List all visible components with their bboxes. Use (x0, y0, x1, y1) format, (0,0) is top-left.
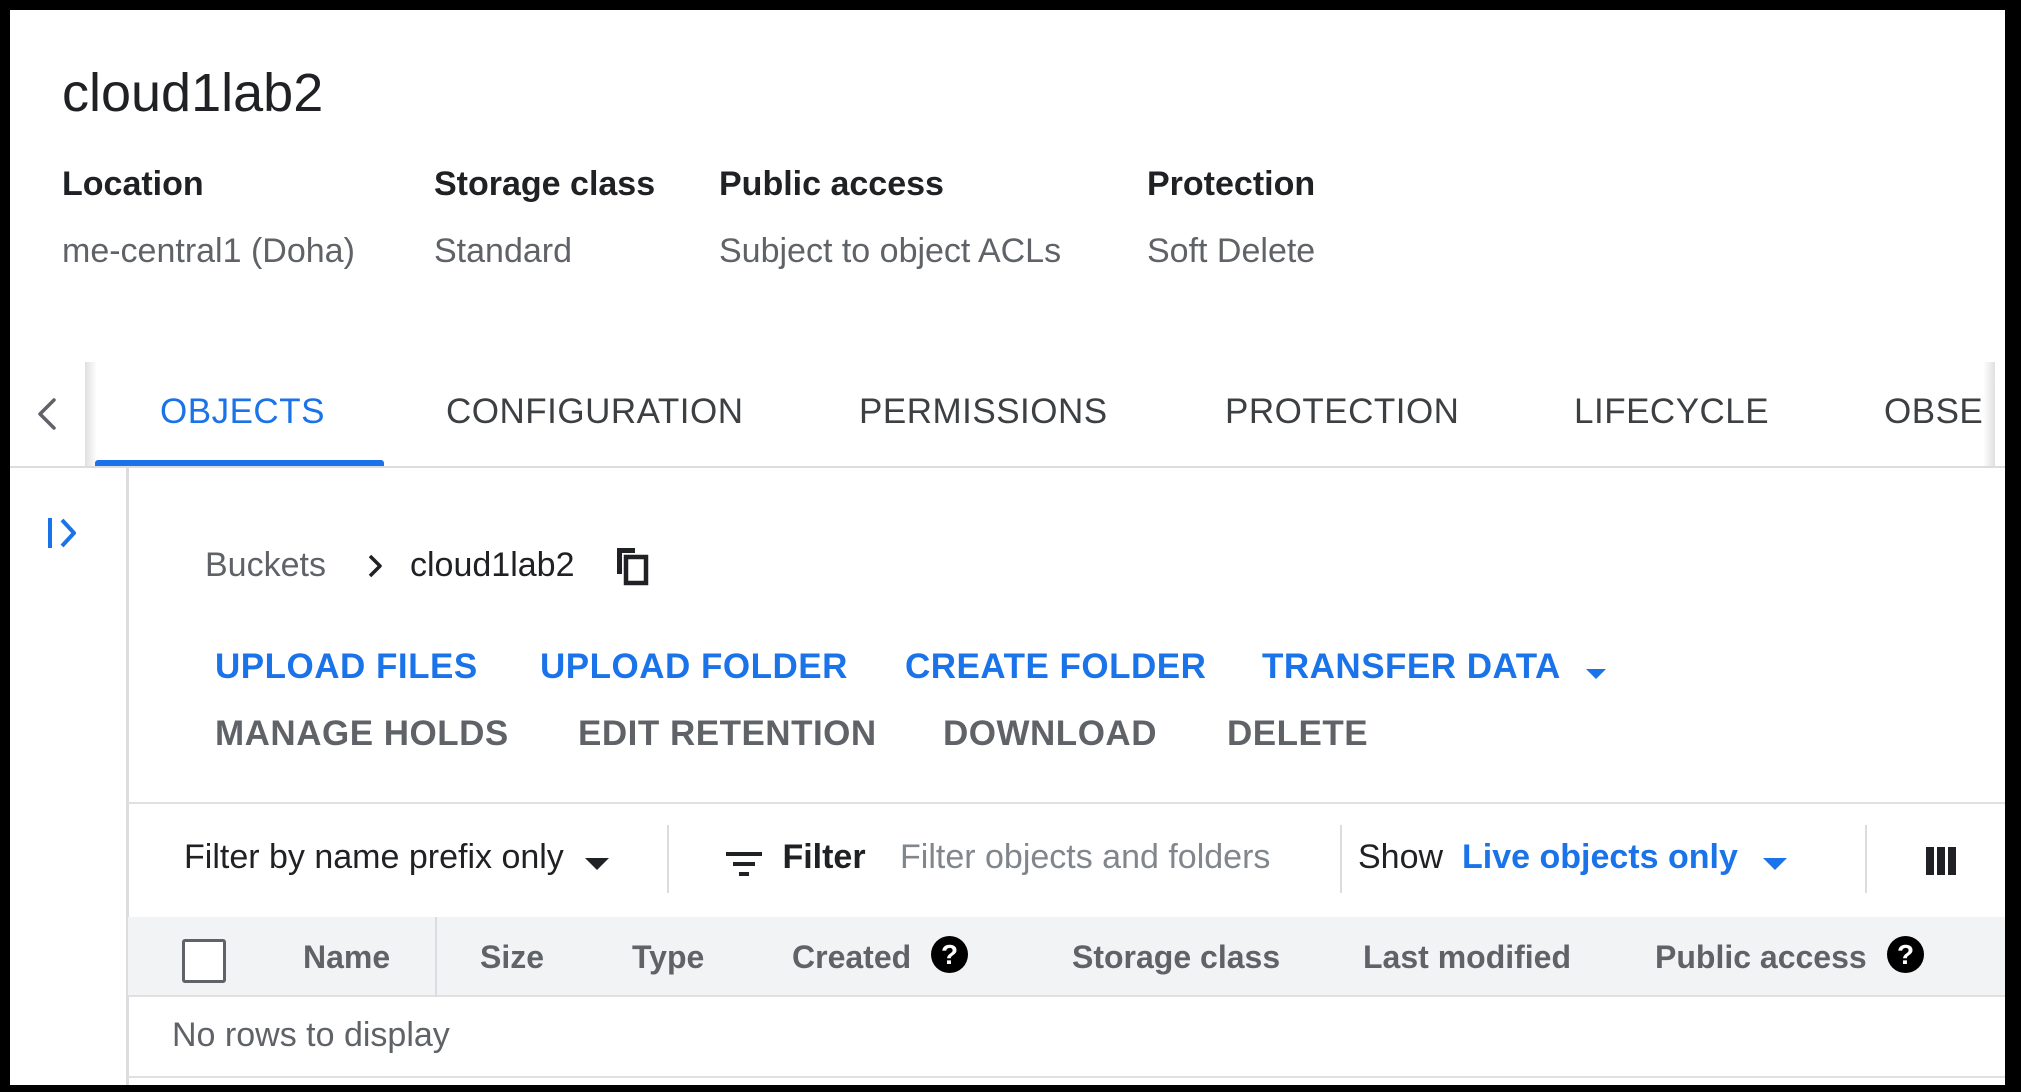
tab-divider (10, 466, 2005, 468)
filter-label: Filter (782, 838, 866, 876)
filter-separator (667, 825, 669, 893)
manage-holds-button[interactable]: MANAGE HOLDS (215, 714, 509, 754)
column-header-storage-class[interactable]: Storage class (1072, 939, 1280, 976)
filter-mode-dropdown[interactable]: Filter by name prefix only (184, 838, 612, 877)
caret-down-icon (1763, 857, 1788, 870)
table-bottom-border (128, 1076, 2005, 1078)
show-label: Show (1358, 838, 1444, 876)
public-access-label: Public access (719, 165, 944, 203)
filter-list-icon (726, 851, 762, 876)
caret-down-icon (1586, 668, 1607, 679)
expand-panel-icon (48, 518, 76, 548)
column-header-name[interactable]: Name (303, 939, 390, 976)
column-header-size[interactable]: Size (480, 939, 544, 976)
tab-observability[interactable]: OBSE (1884, 392, 1988, 432)
toolbar-divider (128, 802, 2005, 804)
breadcrumb-current: cloud1lab2 (410, 546, 575, 584)
storage-class-value: Standard (434, 232, 572, 270)
tab-permissions[interactable]: PERMISSIONS (859, 392, 1108, 432)
page-title: cloud1lab2 (62, 63, 324, 123)
protection-value: Soft Delete (1147, 232, 1316, 270)
show-objects-value: Live objects only (1462, 838, 1738, 876)
expand-panel-button[interactable] (40, 510, 86, 556)
transfer-data-dropdown[interactable]: TRANSFER DATA (1262, 647, 1609, 687)
filter-separator (1865, 825, 1867, 893)
protection-label: Protection (1147, 165, 1316, 203)
public-access-value: Subject to object ACLs (719, 232, 1062, 270)
breadcrumb-buckets-link[interactable]: Buckets (205, 546, 326, 585)
public-access-help-icon[interactable]: ? (1887, 936, 1924, 973)
caret-down-icon (585, 857, 610, 870)
empty-table-message: No rows to display (172, 1016, 450, 1054)
bucket-details-page: cloud1lab2 Location me-central1 (Doha) S… (10, 10, 2005, 1085)
delete-button[interactable]: DELETE (1227, 714, 1368, 754)
column-header-last-modified[interactable]: Last modified (1363, 939, 1571, 976)
tab-objects[interactable]: OBJECTS (160, 392, 325, 432)
filter-separator (1340, 825, 1342, 893)
chevron-right-icon (360, 548, 390, 584)
tab-configuration[interactable]: CONFIGURATION (446, 392, 744, 432)
location-label: Location (62, 165, 204, 203)
chevron-left-icon (38, 398, 56, 430)
copy-bucket-name-button[interactable] (613, 544, 653, 588)
upload-files-button[interactable]: UPLOAD FILES (215, 647, 478, 687)
scroll-tabs-left-button[interactable] (28, 392, 68, 436)
create-folder-button[interactable]: CREATE FOLDER (905, 647, 1206, 687)
view-column-icon (1926, 847, 1956, 875)
select-all-checkbox[interactable] (182, 939, 226, 983)
storage-class-label: Storage class (434, 165, 656, 203)
upload-folder-button[interactable]: UPLOAD FOLDER (540, 647, 848, 687)
tab-lifecycle[interactable]: LIFECYCLE (1574, 392, 1769, 432)
column-header-type[interactable]: Type (632, 939, 704, 976)
show-objects-dropdown[interactable]: Live objects only (1462, 838, 1790, 877)
download-button[interactable]: DOWNLOAD (943, 714, 1157, 754)
tab-protection[interactable]: PROTECTION (1225, 392, 1459, 432)
filter-mode-label: Filter by name prefix only (184, 838, 564, 876)
edit-retention-button[interactable]: EDIT RETENTION (578, 714, 877, 754)
column-resize-handle[interactable] (435, 917, 437, 997)
column-header-created[interactable]: Created (792, 939, 911, 976)
filter-objects-input[interactable]: Filter objects and folders (900, 838, 1270, 877)
location-value: me-central1 (Doha) (62, 232, 355, 270)
tab-scroll-shadow-right (1983, 362, 1995, 466)
created-help-icon[interactable]: ? (931, 936, 968, 973)
column-header-public-access[interactable]: Public access (1655, 939, 1867, 976)
filter-button[interactable]: Filter (724, 838, 866, 880)
transfer-data-label: TRANSFER DATA (1262, 647, 1561, 686)
copy-icon (617, 548, 649, 586)
tab-scroll-shadow-left (85, 362, 97, 466)
column-display-options-button[interactable] (1922, 843, 1962, 879)
